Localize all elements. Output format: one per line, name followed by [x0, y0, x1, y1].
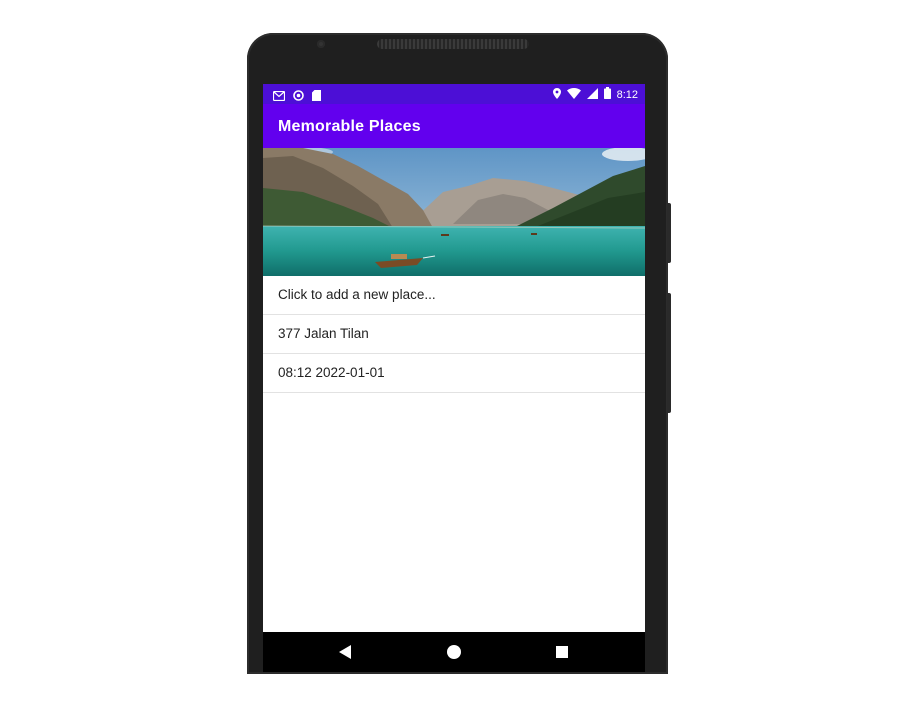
- app-bar: Memorable Places: [263, 104, 645, 148]
- location-icon: [552, 87, 561, 102]
- front-camera: [317, 40, 325, 48]
- list-item-label: Click to add a new place...: [278, 287, 436, 302]
- list-item[interactable]: 08:12 2022-01-01: [263, 354, 645, 393]
- speaker-grille: [377, 39, 529, 49]
- navigation-bar: [263, 632, 645, 672]
- recents-icon[interactable]: [552, 642, 572, 662]
- app-screen: 8:12 Memorable Places Click to add a new…: [263, 84, 645, 672]
- wifi-icon: [566, 87, 581, 102]
- add-place-item[interactable]: Click to add a new place...: [263, 276, 645, 315]
- places-list: Click to add a new place... 377 Jalan Ti…: [263, 276, 645, 393]
- back-icon[interactable]: [335, 642, 355, 662]
- hero-image: [263, 147, 645, 276]
- home-icon[interactable]: [444, 642, 464, 662]
- list-item-label: 377 Jalan Tilan: [278, 326, 369, 341]
- app-title: Memorable Places: [278, 118, 421, 135]
- signal-icon: [586, 87, 598, 102]
- status-time: 8:12: [616, 88, 638, 101]
- volume-button: [667, 203, 671, 263]
- battery-icon: [603, 87, 611, 102]
- stage: 8:12 Memorable Places Click to add a new…: [0, 0, 915, 701]
- status-bar: 8:12: [263, 84, 645, 104]
- list-item-label: 08:12 2022-01-01: [278, 365, 385, 380]
- power-button: [667, 293, 671, 413]
- list-item[interactable]: 377 Jalan Tilan: [263, 315, 645, 354]
